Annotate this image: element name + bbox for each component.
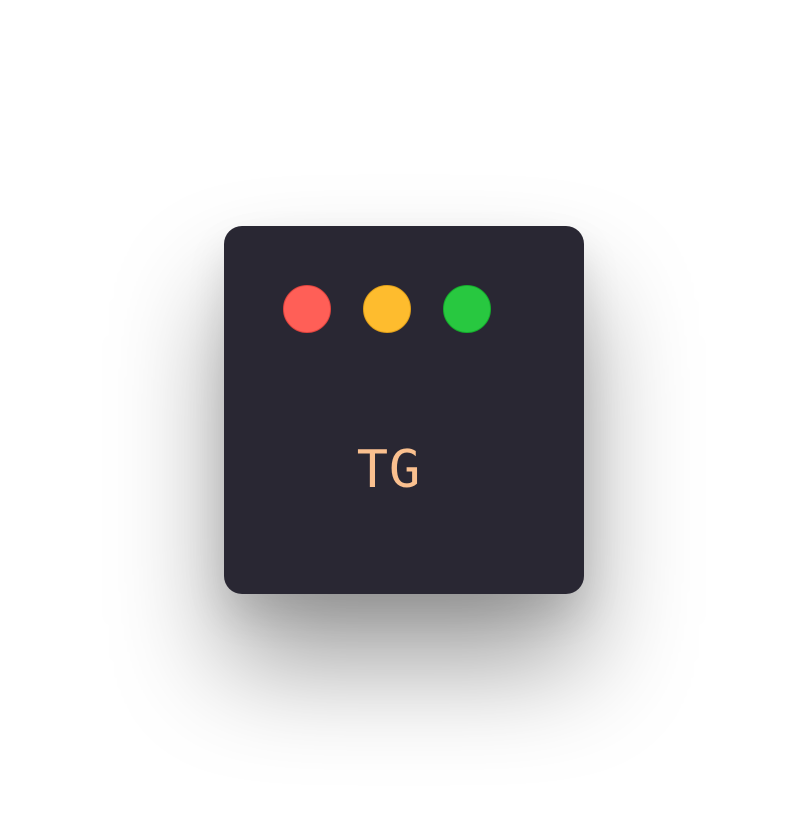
app-window: TG [224, 226, 584, 594]
minimize-button[interactable] [363, 285, 411, 333]
maximize-button[interactable] [443, 285, 491, 333]
canvas: TG [0, 0, 808, 820]
close-button[interactable] [283, 285, 331, 333]
initials-text: TG [356, 440, 422, 500]
